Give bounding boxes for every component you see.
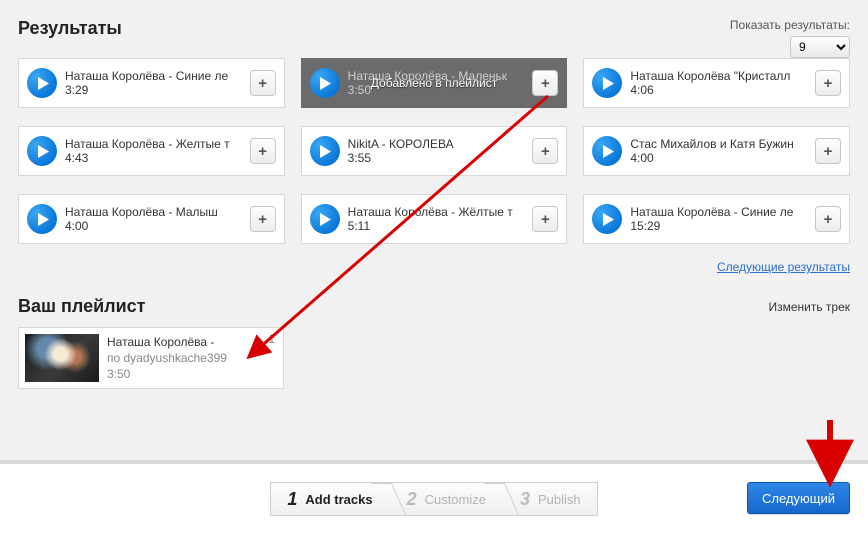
add-button[interactable]: + [532, 206, 558, 232]
add-button[interactable]: + [815, 70, 841, 96]
track-title: Наташа Королёва "Кристалл [630, 69, 807, 83]
step-number: 3 [520, 489, 530, 510]
show-results-label: Показать результаты: [730, 18, 850, 32]
track-info: Наташа Королёва - Жёлтые т5:11 [340, 205, 533, 233]
add-button[interactable]: + [250, 138, 276, 164]
step-label: Add tracks [305, 492, 372, 507]
track-title: Наташа Королёва - Малыш [65, 205, 242, 219]
track-duration: 4:06 [630, 83, 807, 97]
add-button[interactable]: + [250, 206, 276, 232]
step-number: 1 [287, 489, 297, 510]
show-results-select[interactable]: 9 [790, 36, 850, 58]
step-customize[interactable]: 2 Customize [390, 482, 503, 516]
show-results-block: Показать результаты: 9 [730, 18, 850, 58]
play-icon[interactable] [27, 68, 57, 98]
result-card: Наташа Королёва - Синие ле3:29+ [18, 58, 285, 108]
play-icon[interactable] [592, 136, 622, 166]
step-label: Publish [538, 492, 581, 507]
step-label: Customize [425, 492, 486, 507]
next-results-link[interactable]: Следующие результаты [717, 260, 850, 274]
playlist-item-index: 1 [268, 332, 275, 346]
track-duration: 3:50 [348, 83, 525, 97]
track-info: NikitA - КОРОЛЕВА3:55 [340, 137, 533, 165]
track-title: Стас Михайлов и Катя Бужин [630, 137, 807, 151]
playlist-item-info: Наташа Королёва - по dyadyushkache399 3:… [99, 334, 235, 383]
results-heading: Результаты [18, 18, 122, 39]
step-number: 2 [407, 489, 417, 510]
result-card: Наташа Королёва - Желтые т4:43+ [18, 126, 285, 176]
playlist-heading: Ваш плейлист [18, 296, 146, 317]
result-card: Наташа Королёва - Малыш4:00+ [18, 194, 285, 244]
track-info: Наташа Королёва - Малыш4:00 [57, 205, 250, 233]
add-button[interactable]: + [250, 70, 276, 96]
play-icon[interactable] [310, 68, 340, 98]
track-info: Наташа Королёва - Синие ле3:29 [57, 69, 250, 97]
video-thumbnail [25, 334, 99, 382]
result-card: Наташа Королёва - Маленьк3:50+Добавлено … [301, 58, 568, 108]
add-button[interactable]: + [815, 206, 841, 232]
playlist-item-duration: 3:50 [107, 366, 227, 382]
result-card: Наташа Королёва - Жёлтые т5:11+ [301, 194, 568, 244]
playlist-item-author: по dyadyushkache399 [107, 350, 227, 366]
track-duration: 3:55 [348, 151, 525, 165]
result-card: Наташа Королёва "Кристалл4:06+ [583, 58, 850, 108]
track-title: Наташа Королёва - Жёлтые т [348, 205, 525, 219]
track-duration: 15:29 [630, 219, 807, 233]
playlist-item[interactable]: Наташа Королёва - по dyadyushkache399 3:… [18, 327, 284, 389]
track-duration: 5:11 [348, 219, 525, 233]
track-title: Наташа Королёва - Желтые т [65, 137, 242, 151]
wizard-steps: 1 Add tracks 2 Customize 3 Publish [270, 482, 597, 516]
track-info: Наташа Королёва - Желтые т4:43 [57, 137, 250, 165]
result-card: Наташа Королёва - Синие ле15:29+ [583, 194, 850, 244]
edit-track-link[interactable]: Изменить трек [768, 300, 850, 314]
track-info: Наташа Королёва "Кристалл4:06 [622, 69, 815, 97]
track-title: NikitA - КОРОЛЕВА [348, 137, 525, 151]
play-icon[interactable] [27, 136, 57, 166]
play-icon[interactable] [310, 136, 340, 166]
track-duration: 3:29 [65, 83, 242, 97]
track-info: Наташа Королёва - Синие ле15:29 [622, 205, 815, 233]
track-title: Наташа Королёва - Маленьк [348, 69, 525, 83]
next-button[interactable]: Следующий [747, 482, 850, 514]
footer: 1 Add tracks 2 Customize 3 Publish Следующий [0, 460, 868, 534]
play-icon[interactable] [310, 204, 340, 234]
play-icon[interactable] [592, 68, 622, 98]
add-button[interactable]: + [815, 138, 841, 164]
add-button[interactable]: + [532, 138, 558, 164]
result-card: Стас Михайлов и Катя Бужин4:00+ [583, 126, 850, 176]
step-add-tracks[interactable]: 1 Add tracks [270, 482, 389, 516]
track-duration: 4:00 [65, 219, 242, 233]
add-button[interactable]: + [532, 70, 558, 96]
track-info: Наташа Королёва - Маленьк3:50 [340, 69, 533, 97]
track-info: Стас Михайлов и Катя Бужин4:00 [622, 137, 815, 165]
play-icon[interactable] [27, 204, 57, 234]
results-grid: Наташа Королёва - Синие ле3:29+Наташа Ко… [18, 58, 850, 244]
play-icon[interactable] [592, 204, 622, 234]
result-card: NikitA - КОРОЛЕВА3:55+ [301, 126, 568, 176]
track-duration: 4:43 [65, 151, 242, 165]
playlist-item-title: Наташа Королёва - [107, 334, 227, 350]
track-title: Наташа Королёва - Синие ле [630, 205, 807, 219]
track-title: Наташа Королёва - Синие ле [65, 69, 242, 83]
track-duration: 4:00 [630, 151, 807, 165]
